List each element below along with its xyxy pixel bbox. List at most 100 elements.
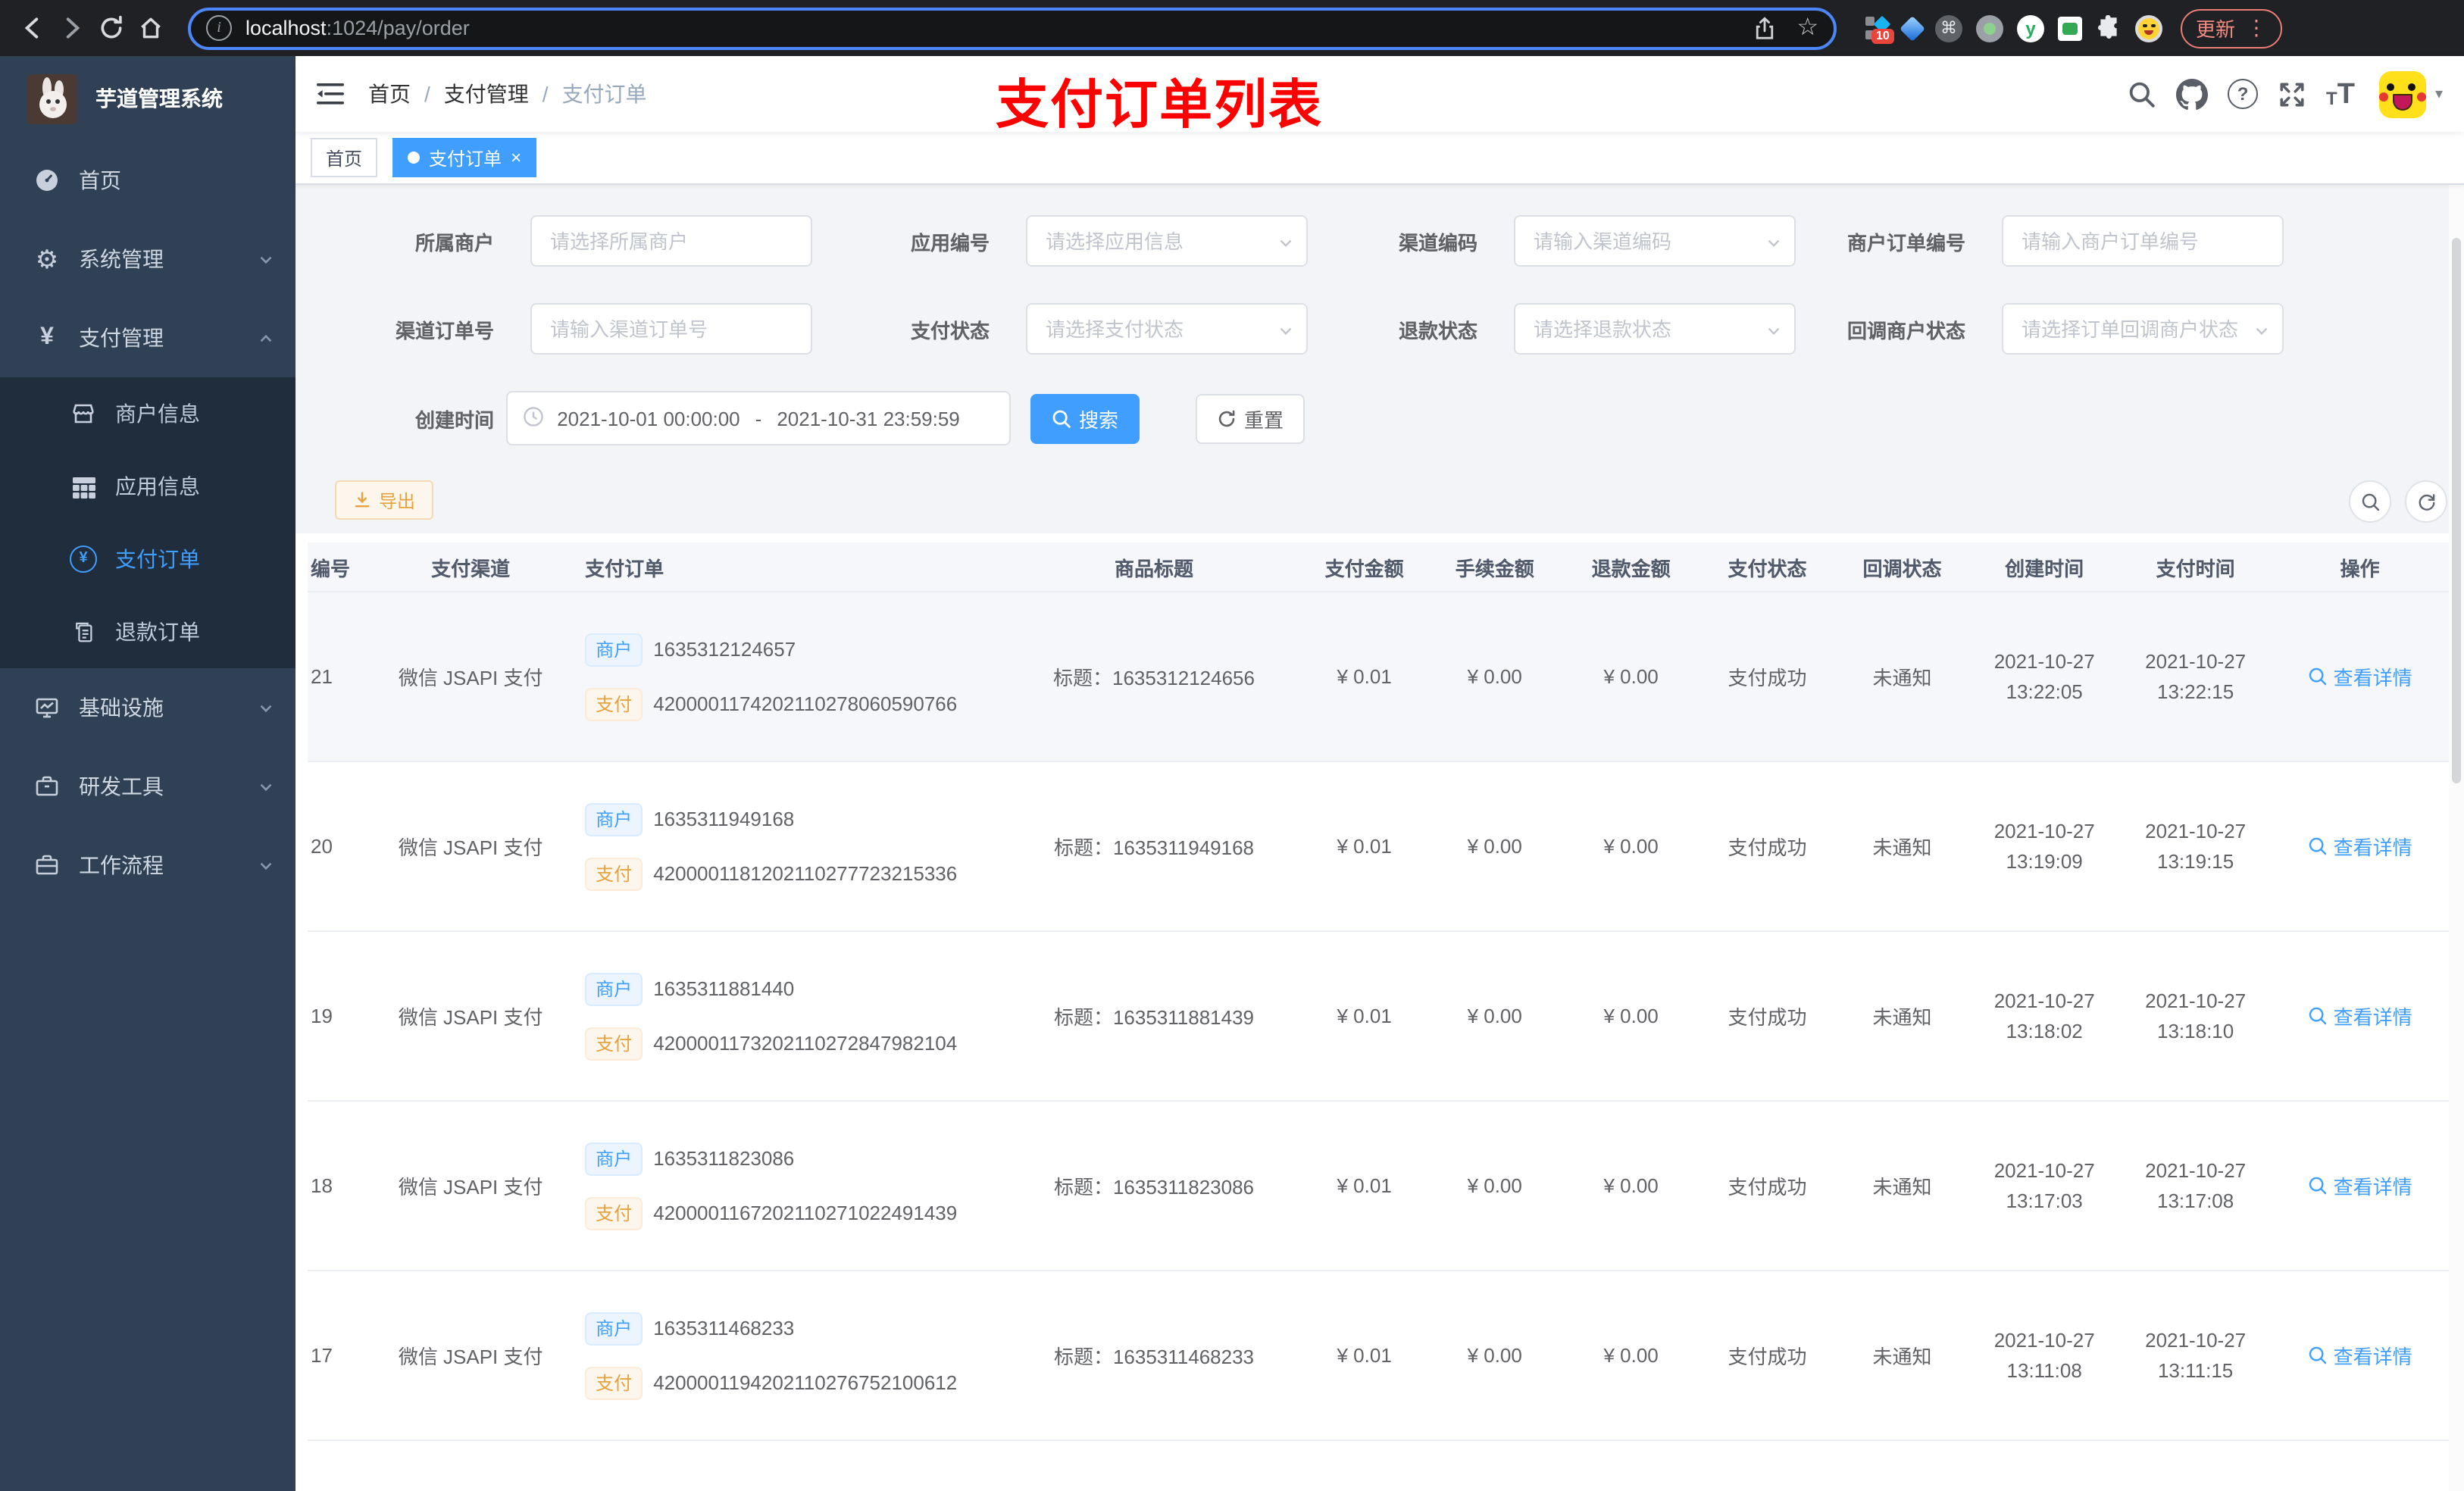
navbar-actions: ? TT ▾ — [2108, 70, 2464, 117]
extension-grid-icon[interactable]: 10 — [1865, 14, 1894, 43]
view-details-link[interactable]: 查看详情 — [2308, 1002, 2412, 1030]
sidebar-item-workflow[interactable]: 工作流程 — [0, 826, 295, 905]
top-navbar: 首页 / 支付管理 / 支付订单 支付订单列表 ? TT ▾ — [295, 56, 2464, 135]
pay-status-select[interactable] — [1026, 303, 1308, 355]
pay-status: 支付成功 — [1728, 1006, 1807, 1029]
tag-close-icon[interactable]: × — [511, 148, 521, 167]
merchant-input[interactable] — [530, 215, 812, 267]
browser-back-icon[interactable] — [12, 8, 52, 48]
shop-icon — [70, 402, 97, 426]
bookmark-star-icon[interactable]: ☆ — [1796, 15, 1818, 40]
pay-order-table: 编号 支付渠道 支付订单 商品标题 支付金额 手续金额 退款金额 支付状态 回调… — [308, 542, 2449, 1491]
dashboard-icon — [33, 168, 61, 192]
page-info-icon[interactable]: i — [206, 15, 232, 41]
fullscreen-icon[interactable] — [2278, 80, 2306, 108]
browser-menu-icon[interactable]: ⋮ — [2246, 15, 2267, 41]
sidebar: 芋道管理系统 首页 ⚙ 系统管理 ¥ 支付管理 商户信息 应用信息 ¥ 支付订单… — [0, 56, 295, 1491]
github-icon[interactable] — [2176, 78, 2209, 110]
reset-button[interactable]: 重置 — [1196, 393, 1305, 443]
app-no-select[interactable] — [1026, 215, 1308, 267]
browser-home-icon[interactable] — [130, 8, 170, 48]
sidebar-collapse-icon[interactable] — [305, 68, 356, 120]
extension-record-icon[interactable] — [1976, 14, 2003, 42]
filter-notify-status: 回调商户状态 — [1784, 303, 2284, 355]
filter-channel-code: 渠道编码 — [1296, 215, 1796, 267]
extension-chat-icon[interactable] — [2058, 16, 2082, 40]
sidebar-item-pay-order[interactable]: ¥ 支付订单 — [0, 523, 295, 595]
notify-status-select[interactable] — [2002, 303, 2284, 355]
extensions-puzzle-icon[interactable] — [2096, 15, 2122, 41]
help-icon[interactable]: ? — [2228, 79, 2259, 109]
yen-icon: ¥ — [40, 324, 54, 350]
sidebar-item-payment[interactable]: ¥ 支付管理 — [0, 299, 295, 377]
channel-code-select[interactable] — [1514, 215, 1796, 267]
search-button[interactable]: 搜索 — [1030, 393, 1140, 443]
channel-pay-no: 4200001174202110278060590766 — [653, 692, 958, 715]
share-icon[interactable] — [1753, 16, 1775, 40]
view-details-link[interactable]: 查看详情 — [2308, 1341, 2412, 1370]
filter-create-time: 创建时间 2021-10-01 00:00:00 - 2021-10-31 23… — [312, 391, 1305, 445]
merchant-order-no: 1635311823086 — [653, 1147, 795, 1170]
sidebar-item-system[interactable]: ⚙ 系统管理 — [0, 220, 295, 299]
browser-reload-icon[interactable] — [91, 8, 130, 48]
font-size-icon[interactable]: TT — [2326, 80, 2355, 108]
sidebar-item-dev-tools[interactable]: 研发工具 — [0, 747, 295, 826]
sidebar-item-home[interactable]: 首页 — [0, 141, 295, 220]
pay-status: 支付成功 — [1728, 667, 1807, 689]
view-details-link[interactable]: 查看详情 — [2308, 1171, 2412, 1200]
tag-pay-order[interactable]: 支付订单 × — [392, 138, 537, 177]
grid-icon — [70, 475, 97, 498]
table-toolbar: 导出 — [295, 480, 2464, 523]
yen-circle-icon: ¥ — [70, 545, 97, 573]
avatar-caret-icon[interactable]: ▾ — [2435, 86, 2443, 102]
browser-update-button[interactable]: 更新 ⋮ — [2181, 8, 2283, 48]
merchant-order-no-input[interactable] — [2002, 215, 2284, 267]
date-range-input[interactable]: 2021-10-01 00:00:00 - 2021-10-31 23:59:5… — [506, 391, 1011, 445]
user-avatar[interactable] — [2378, 70, 2426, 117]
extension-y-icon[interactable]: y — [2017, 14, 2044, 42]
table-header-row: 编号 支付渠道 支付订单 商品标题 支付金额 手续金额 退款金额 支付状态 回调… — [308, 542, 2449, 592]
merchant-tag: 商户 — [585, 1311, 643, 1345]
filter-row-3: 创建时间 2021-10-01 00:00:00 - 2021-10-31 23… — [295, 391, 2464, 445]
sidebar-item-merchant-info[interactable]: 商户信息 — [0, 377, 295, 450]
show-search-toggle-button[interactable] — [2349, 480, 2391, 523]
toolbox-icon — [33, 774, 61, 799]
profile-avatar-icon[interactable] — [2135, 14, 2162, 42]
filter-app-no: 应用编号 — [808, 215, 1308, 267]
breadcrumb-current: 支付订单 — [561, 82, 647, 106]
table-row: 19 微信 JSAPI 支付 商户 1635311881440 支付 4200001… — [308, 932, 2449, 1102]
extension-command-icon[interactable]: ⌘ — [1935, 14, 1962, 42]
pay-tag: 支付 — [585, 687, 643, 720]
pay-status: 支付成功 — [1728, 836, 1807, 859]
merchant-tag: 商户 — [585, 1142, 643, 1175]
extension-kite-icon[interactable] — [1900, 15, 1925, 41]
page-annotation: 支付订单列表 — [996, 76, 1324, 135]
app-logo-row[interactable]: 芋道管理系统 — [0, 56, 295, 141]
sidebar-item-refund-order[interactable]: 退款订单 — [0, 595, 295, 668]
browser-forward-icon[interactable] — [52, 8, 91, 48]
merchant-order-no: 1635311881440 — [653, 977, 795, 1000]
channel-order-no-input[interactable] — [530, 303, 812, 355]
search-icon[interactable] — [2128, 80, 2156, 108]
breadcrumb-payment[interactable]: 支付管理 — [444, 79, 529, 109]
view-details-link[interactable]: 查看详情 — [2308, 662, 2412, 691]
tag-home[interactable]: 首页 — [311, 138, 378, 177]
payment-submenu: 商户信息 应用信息 ¥ 支付订单 退款订单 — [0, 377, 295, 668]
page-scrollbar[interactable] — [2449, 56, 2464, 1491]
sidebar-item-infrastructure[interactable]: 基础设施 — [0, 668, 295, 747]
monitor-chart-icon — [33, 695, 61, 720]
table-row: 16 商户1635311251796 — [308, 1441, 2449, 1491]
pay-status: 支付成功 — [1728, 1176, 1807, 1199]
refund-status-select[interactable] — [1514, 303, 1796, 355]
scrollbar-thumb[interactable] — [2452, 238, 2461, 783]
table-row: 18 微信 JSAPI 支付 商户 1635311823086 支付 4200001… — [308, 1102, 2449, 1271]
chevron-up-icon — [258, 330, 274, 346]
refresh-table-button[interactable] — [2405, 480, 2447, 523]
filter-merchant: 所属商户 — [312, 215, 812, 267]
export-button[interactable]: 导出 — [335, 480, 434, 520]
breadcrumb-home[interactable]: 首页 — [368, 79, 411, 109]
url-bar[interactable]: i localhost:1024/pay/order ☆ — [188, 7, 1837, 49]
view-details-link[interactable]: 查看详情 — [2308, 832, 2412, 861]
channel-pay-no: 4200001173202110272847982104 — [653, 1032, 958, 1055]
sidebar-item-app-info[interactable]: 应用信息 — [0, 450, 295, 523]
